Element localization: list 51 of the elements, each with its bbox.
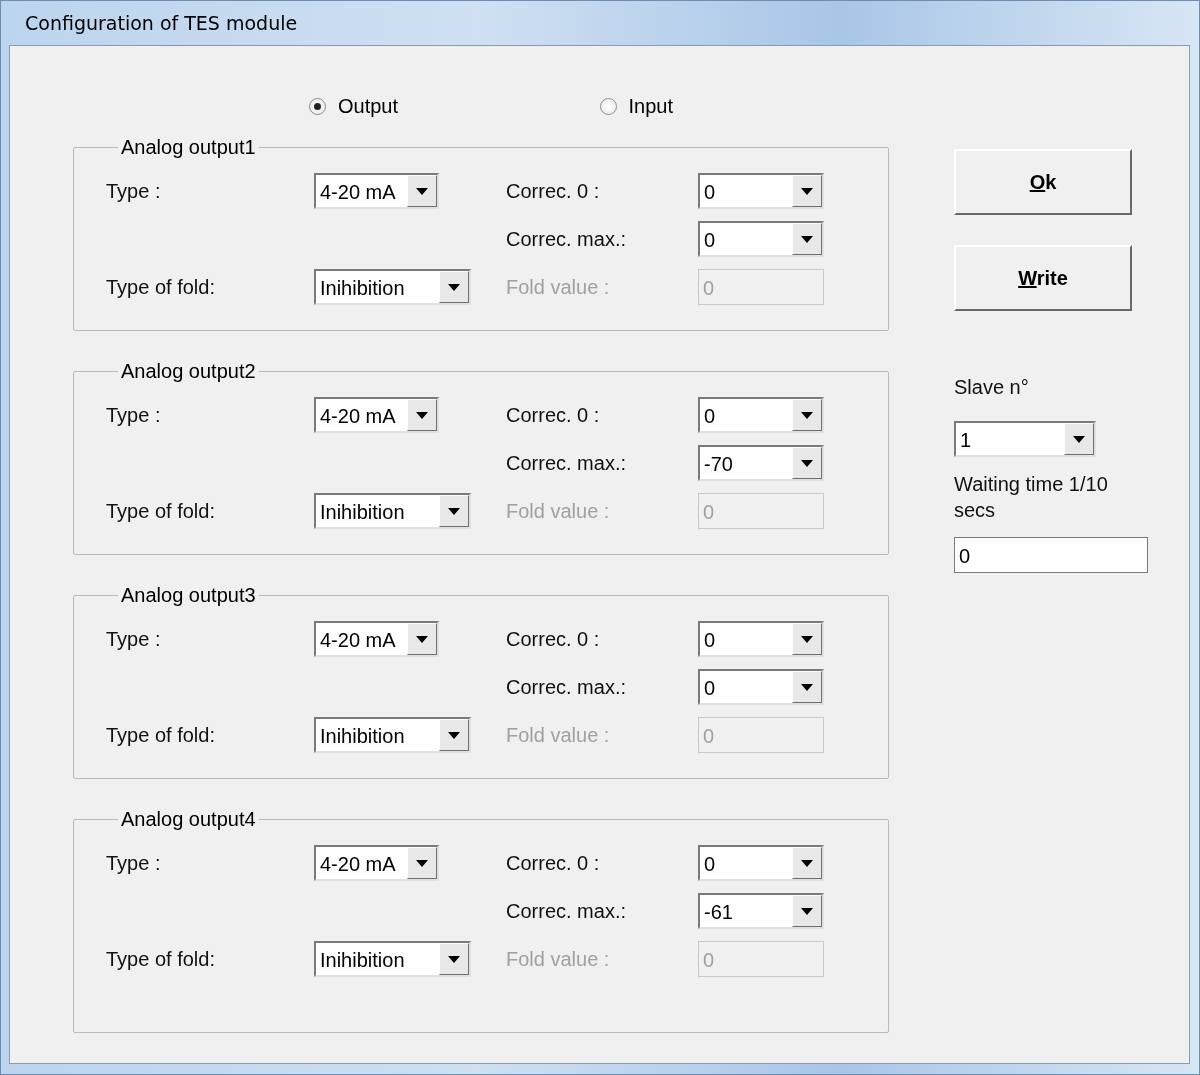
slave-dropdown[interactable]: 1	[954, 421, 1096, 457]
type-dropdown[interactable]: 4-20 mA	[314, 397, 439, 433]
fold-type-dropdown[interactable]: Inihibition	[314, 941, 471, 977]
fold-type-dropdown[interactable]: Inihibition	[314, 717, 471, 753]
field-label: Fold value :	[506, 499, 611, 523]
correction-dropdown[interactable]: 0	[698, 221, 824, 257]
correction-dropdown[interactable]: -70	[698, 445, 824, 481]
field-label: Type of fold:	[106, 275, 216, 299]
dialog-button[interactable]: Ok	[954, 149, 1132, 215]
correction-dropdown[interactable]: 0	[698, 621, 824, 657]
radio-button[interactable]	[599, 97, 617, 115]
field-label: Type :	[106, 403, 162, 427]
correction-dropdown[interactable]: 0	[698, 845, 824, 881]
correction-dropdown[interactable]: -61	[698, 893, 824, 929]
field-label: Fold value :	[506, 723, 611, 747]
field-label: Fold value :	[506, 947, 611, 971]
field-label: Correc. max.:	[506, 899, 628, 923]
fold-type-dropdown[interactable]: Inihibition	[314, 493, 471, 529]
field-label: Correc. 0 :	[506, 627, 601, 651]
field-label: Type of fold:	[106, 723, 216, 747]
correction-dropdown[interactable]: 0	[698, 173, 824, 209]
field-label: Type of fold:	[106, 947, 216, 971]
radio-label[interactable]: Output	[338, 94, 399, 118]
group-title: Analog output4	[120, 808, 257, 831]
waiting-time-field[interactable]: 0	[954, 537, 1148, 573]
radio-label[interactable]: Input	[628, 94, 673, 118]
slave-label: Slave n°	[954, 376, 1029, 399]
waiting-time-label: Waiting time 1/10 secs	[954, 472, 1109, 523]
group-title: Analog output2	[120, 360, 257, 383]
fold-type-dropdown[interactable]: Inihibition	[314, 269, 471, 305]
type-dropdown[interactable]: 4-20 mA	[314, 173, 439, 209]
radio-button[interactable]	[309, 97, 326, 115]
field-label: Fold value :	[506, 275, 611, 299]
field-label: Type :	[106, 851, 162, 875]
field-label: Correc. 0 :	[506, 179, 601, 203]
field-label: Correc. max.:	[506, 227, 628, 251]
correction-dropdown[interactable]: 0	[698, 397, 824, 433]
window-title: Configuration of TES module	[25, 12, 298, 34]
field-label: Correc. max.:	[506, 451, 628, 475]
field-label: Correc. max.:	[506, 675, 628, 699]
field-label: Correc. 0 :	[506, 851, 601, 875]
field-label: Type :	[106, 627, 162, 651]
group-title: Analog output3	[120, 584, 257, 607]
field-label: Type of fold:	[106, 499, 216, 523]
field-label: Type :	[106, 179, 162, 203]
dialog-button[interactable]: Write	[954, 245, 1132, 311]
type-dropdown[interactable]: 4-20 mA	[314, 621, 439, 657]
group-title: Analog output1	[120, 136, 257, 159]
type-dropdown[interactable]: 4-20 mA	[314, 845, 439, 881]
field-label: Correc. 0 :	[506, 403, 601, 427]
correction-dropdown[interactable]: 0	[698, 669, 824, 705]
